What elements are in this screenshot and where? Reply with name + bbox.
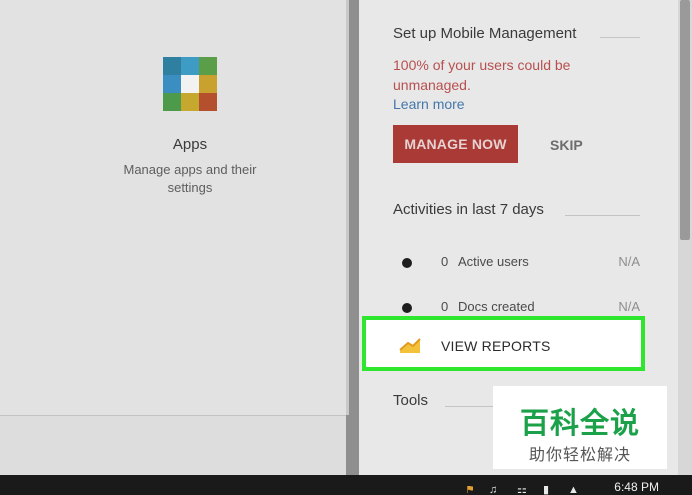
activities-title: Activities in last 7 days <box>393 201 544 218</box>
taskbar <box>0 475 692 495</box>
bullet-icon <box>402 303 412 313</box>
manage-now-button[interactable]: MANAGE NOW <box>393 125 518 163</box>
activity-label: Active users <box>458 254 529 269</box>
activity-label: Docs created <box>458 299 535 314</box>
watermark: 百科全说 助你轻松解决 <box>493 386 667 469</box>
left-lower-area <box>0 415 346 476</box>
scrollbar-thumb[interactable] <box>680 0 690 240</box>
section-divider <box>600 37 640 38</box>
mobile-management-title: Set up Mobile Management <box>393 25 577 42</box>
skip-button[interactable]: SKIP <box>550 137 583 153</box>
view-reports-label: VIEW REPORTS <box>441 338 551 354</box>
section-divider <box>565 215 640 216</box>
activity-status: N/A <box>618 299 640 314</box>
tools-title: Tools <box>393 392 429 409</box>
volume-icon[interactable]: ♫ <box>489 486 501 495</box>
apps-description: Manage apps and their settings <box>123 162 257 195</box>
apps-title: Apps <box>172 136 208 153</box>
activity-row: 0 Active users N/A <box>395 253 643 273</box>
bullet-icon <box>402 258 412 268</box>
apps-grid-icon <box>163 57 217 111</box>
network-icon[interactable]: ☷ <box>517 486 529 495</box>
unmanaged-warning: 100% of your users could be unmanaged. <box>393 57 571 93</box>
learn-more-link[interactable]: Learn more <box>393 96 465 112</box>
view-reports-button[interactable]: VIEW REPORTS <box>362 316 645 371</box>
watermark-title: 百科全说 <box>519 408 640 440</box>
section-divider <box>445 406 495 407</box>
activity-count: 0 <box>441 299 449 314</box>
activity-row: 0 Docs created N/A <box>395 298 643 318</box>
battery-icon[interactable]: ▮ <box>543 486 555 495</box>
flag-icon[interactable]: ⚑ <box>465 486 477 495</box>
activity-status: N/A <box>618 254 640 269</box>
watermark-subtitle: 助你轻松解决 <box>528 447 631 464</box>
chart-trend-icon <box>399 338 421 353</box>
clock: 6:48 PM <box>614 480 659 494</box>
speaker-icon[interactable]: ▲ <box>568 486 580 495</box>
activity-count: 0 <box>441 254 449 269</box>
pane-divider <box>346 0 349 415</box>
